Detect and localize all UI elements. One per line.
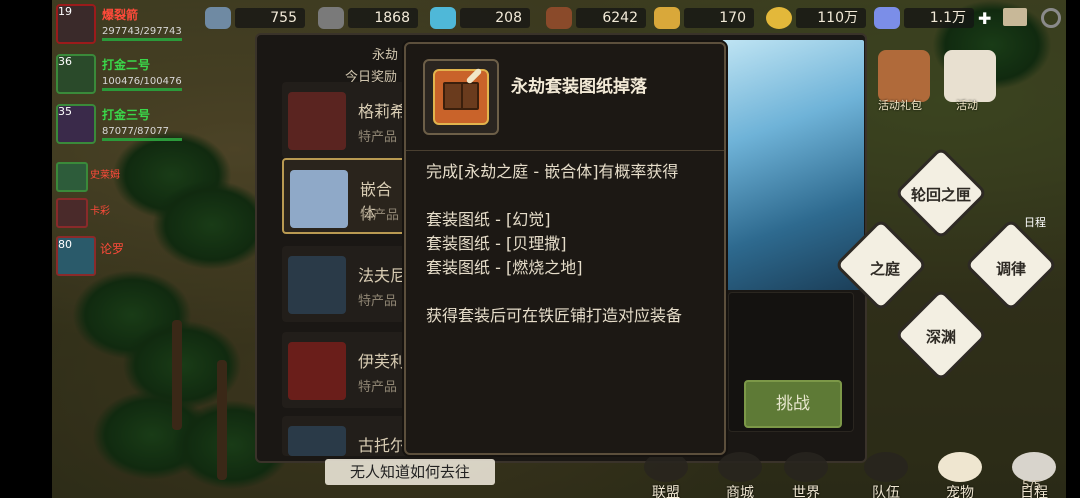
hero-slot[interactable]: 35 打金三号 87077/87077 bbox=[56, 104, 186, 144]
add-diamond-icon[interactable]: ✚ bbox=[978, 9, 991, 28]
divider bbox=[406, 150, 724, 151]
boss-portrait bbox=[288, 342, 346, 400]
tab-pet[interactable]: 宠物 bbox=[928, 452, 992, 498]
drop-item: 套装图纸 - [燃烧之地] bbox=[426, 258, 583, 277]
diamond-icon bbox=[874, 7, 900, 29]
tab-world[interactable]: 世界 bbox=[774, 452, 838, 498]
resource-crystal[interactable]: 208 bbox=[430, 6, 530, 30]
drop-item: 套装图纸 - [贝理撒] bbox=[426, 234, 567, 253]
stone-icon bbox=[318, 7, 344, 29]
resource-diamond[interactable]: 1.1万 ✚ bbox=[874, 6, 991, 30]
ore-icon bbox=[205, 7, 231, 29]
shop-icon bbox=[718, 452, 762, 482]
letterbox-left bbox=[0, 0, 52, 498]
tab-shop[interactable]: 商城 bbox=[708, 452, 772, 498]
hint-banner: 无人知道如何去往 bbox=[325, 459, 495, 485]
gear-icon[interactable] bbox=[1041, 8, 1061, 28]
mini-hero-avatar[interactable] bbox=[56, 198, 88, 228]
paw-icon bbox=[938, 452, 982, 482]
team-icon bbox=[864, 452, 908, 482]
book-icon bbox=[443, 82, 479, 110]
boss-portrait bbox=[288, 426, 346, 456]
wheat-icon bbox=[654, 7, 680, 29]
boss-artwork bbox=[722, 40, 864, 290]
popup-title: 永劫套装图纸掉落 bbox=[511, 77, 647, 97]
list-item[interactable]: 格莉希 特产品 bbox=[282, 82, 408, 158]
blueprint-book-icon bbox=[433, 67, 489, 125]
mini-hero-avatar[interactable] bbox=[56, 162, 88, 192]
resource-stone[interactable]: 1868 bbox=[318, 6, 418, 30]
drop-item: 套装图纸 - [幻觉] bbox=[426, 210, 551, 229]
boss-portrait bbox=[290, 170, 348, 228]
resource-wheat[interactable]: 170 bbox=[654, 6, 754, 30]
hero-slot[interactable]: 36 打金二号 100476/100476 bbox=[56, 54, 186, 94]
letterbox-right bbox=[1066, 0, 1080, 498]
wood-icon bbox=[546, 7, 572, 29]
list-item[interactable]: 伊芙利 特产品 bbox=[282, 332, 408, 408]
gold-coin-icon bbox=[766, 7, 792, 29]
resource-wood[interactable]: 6242 bbox=[546, 6, 646, 30]
challenge-button[interactable]: 挑战 bbox=[744, 380, 842, 428]
shield-icon bbox=[644, 452, 688, 482]
list-item[interactable]: 法夫尼 特产品 bbox=[282, 246, 408, 322]
resource-gold[interactable]: 110万 bbox=[766, 6, 866, 30]
drop-condition: 完成[永劫之庭 - 嵌合体]有概率获得 bbox=[426, 162, 679, 181]
list-item[interactable]: 古托尔 bbox=[282, 416, 408, 456]
calendar-icon[interactable] bbox=[944, 50, 996, 102]
resource-ore[interactable]: 755 bbox=[205, 6, 305, 30]
tab-team[interactable]: 队伍 bbox=[854, 452, 918, 498]
crystal-icon bbox=[430, 7, 456, 29]
hero-slot[interactable]: 19 爆裂箭 297743/297743 bbox=[56, 4, 186, 44]
globe-icon bbox=[784, 452, 828, 482]
hp-bar bbox=[102, 88, 182, 91]
popup-body: 完成[永劫之庭 - 嵌合体]有概率获得 套装图纸 - [幻觉] 套装图纸 - [… bbox=[426, 160, 714, 328]
drop-footer: 获得套装后可在铁匠铺打造对应装备 bbox=[426, 306, 683, 325]
list-item[interactable]: 嵌合体 特产品 bbox=[282, 158, 408, 234]
boss-portrait bbox=[288, 92, 346, 150]
gift-pack-icon[interactable] bbox=[878, 50, 930, 102]
item-icon-frame bbox=[423, 59, 499, 135]
tab-alliance[interactable]: 联盟 bbox=[634, 452, 698, 498]
boss-portrait bbox=[288, 256, 346, 314]
mail-icon[interactable] bbox=[1003, 8, 1027, 26]
drop-info-popup: 永劫套装图纸掉落 完成[永劫之庭 - 嵌合体]有概率获得 套装图纸 - [幻觉]… bbox=[404, 42, 726, 455]
hp-bar bbox=[102, 38, 182, 41]
hp-bar bbox=[102, 138, 182, 141]
